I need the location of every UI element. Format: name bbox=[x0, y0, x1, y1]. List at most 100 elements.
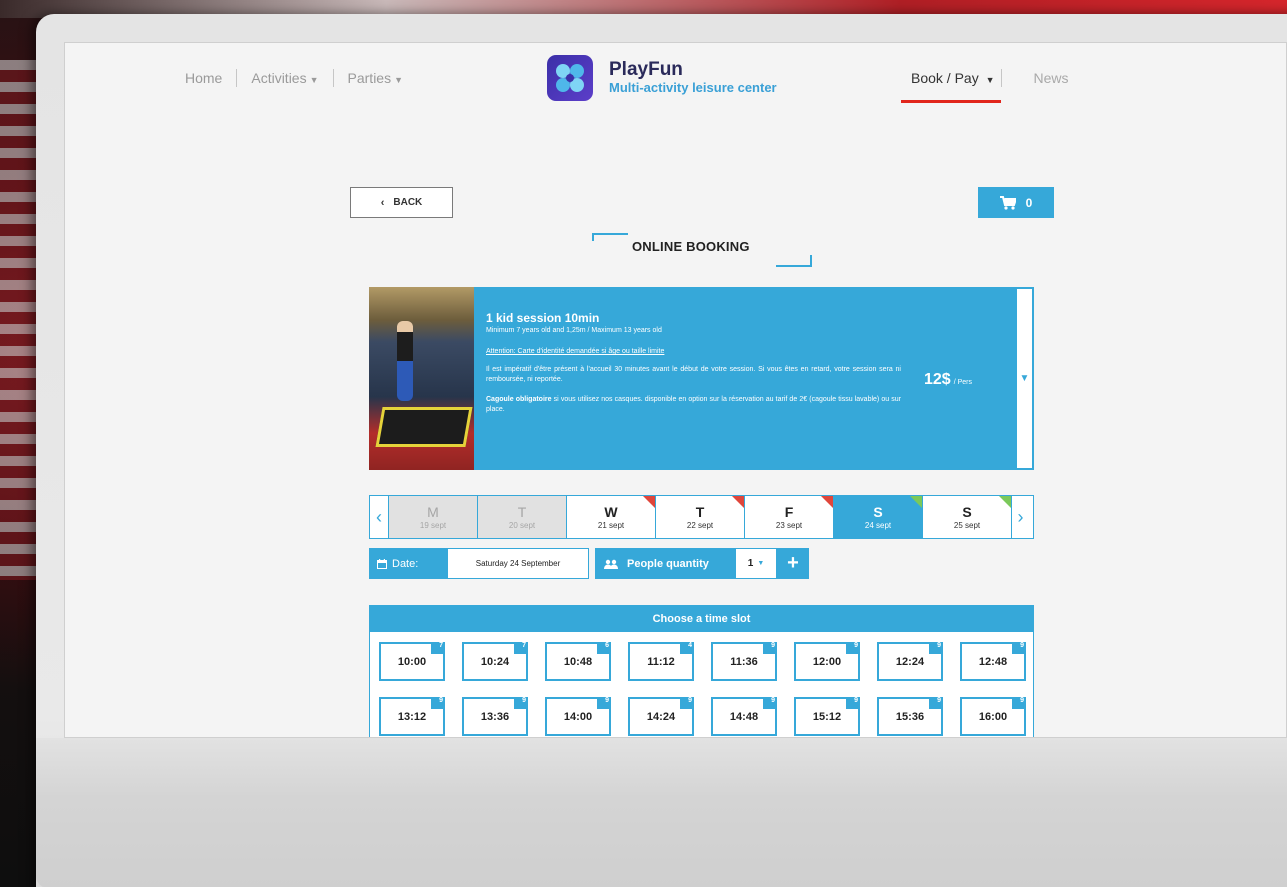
nav-news[interactable]: News bbox=[1034, 70, 1069, 86]
availability-badge: 9 bbox=[514, 697, 528, 709]
availability-badge: 9 bbox=[1012, 697, 1026, 709]
day-date: 21 sept bbox=[597, 520, 625, 530]
activity-attention-link[interactable]: Attention: Carte d'identité demandée si … bbox=[486, 348, 1001, 355]
timeslot-time: 12:48 bbox=[978, 655, 1008, 668]
timeslot-button[interactable]: 12:48 9 bbox=[960, 642, 1026, 681]
day-option[interactable]: S 24 sept bbox=[833, 496, 922, 538]
day-list: M 19 sept T 20 sept W 21 sept T 22 sept F 23 sept… bbox=[388, 496, 1011, 538]
availability-badge: 9 bbox=[680, 697, 694, 709]
timeslot-time: 10:48 bbox=[563, 655, 593, 668]
timeslot-heading: Choose a time slot bbox=[370, 606, 1033, 632]
day-date: 22 sept bbox=[686, 520, 714, 530]
nav-book-pay-label: Book / Pay bbox=[911, 70, 979, 86]
caret-down-icon: ▼ bbox=[985, 75, 995, 85]
day-letter: F bbox=[784, 503, 794, 520]
title-corner-decoration bbox=[592, 233, 628, 241]
timeslot-button[interactable]: 10:48 6 bbox=[545, 642, 611, 681]
timeslot-button[interactable]: 12:24 9 bbox=[877, 642, 943, 681]
people-quantity-select[interactable]: 1 ▼ bbox=[735, 548, 777, 579]
timeslot-button[interactable]: 10:00 7 bbox=[379, 642, 445, 681]
timeslot-time: 10:00 bbox=[397, 655, 427, 668]
back-button-label: BACK bbox=[393, 197, 423, 208]
back-button[interactable]: ‹ BACK bbox=[350, 187, 453, 218]
availability-badge: 9 bbox=[929, 697, 943, 709]
secondary-nav: Book / Pay ▼ News bbox=[901, 69, 1069, 103]
day-option: M 19 sept bbox=[388, 496, 477, 538]
brand-logo[interactable]: PlayFun Multi-activity leisure center bbox=[547, 55, 777, 101]
day-letter: M bbox=[427, 503, 439, 520]
people-icon bbox=[604, 559, 618, 569]
day-date: 23 sept bbox=[775, 520, 803, 530]
main-nav: Home Activities ▼ Parties ▼ bbox=[185, 69, 403, 87]
date-label: Date: bbox=[369, 548, 447, 579]
expand-caret-icon[interactable]: ▼ bbox=[1015, 287, 1034, 470]
trampoline-shape bbox=[375, 407, 473, 447]
availability-badge: 9 bbox=[763, 697, 777, 709]
day-date: 19 sept bbox=[419, 520, 447, 530]
date-value-input[interactable]: Saturday 24 September bbox=[447, 548, 589, 579]
timeslot-button[interactable]: 12:00 9 bbox=[794, 642, 860, 681]
timeslot-button[interactable]: 11:12 4 bbox=[628, 642, 694, 681]
availability-badge: 7 bbox=[514, 642, 528, 654]
add-person-button[interactable]: + bbox=[777, 548, 809, 579]
timeslot-button[interactable]: 13:36 9 bbox=[462, 697, 528, 736]
brand-tagline: Multi-activity leisure center bbox=[609, 80, 777, 95]
nav-divider bbox=[236, 69, 238, 87]
availability-badge: 9 bbox=[929, 642, 943, 654]
day-letter: T bbox=[695, 503, 705, 520]
price-value: 12$ bbox=[924, 371, 951, 388]
timeslot-button[interactable]: 14:48 9 bbox=[711, 697, 777, 736]
nav-divider bbox=[332, 69, 334, 87]
timeslot-button[interactable]: 15:12 9 bbox=[794, 697, 860, 736]
timeslot-button[interactable]: 15:36 9 bbox=[877, 697, 943, 736]
day-option[interactable]: W 21 sept bbox=[566, 496, 655, 538]
chevron-down-icon: ▼ bbox=[757, 560, 765, 567]
day-option[interactable]: F 23 sept bbox=[744, 496, 833, 538]
chevron-left-icon[interactable]: ‹ bbox=[370, 496, 388, 538]
nav-activities[interactable]: Activities ▼ bbox=[251, 70, 318, 86]
activity-card[interactable]: 1 kid session 10min Minimum 7 years old … bbox=[369, 287, 1034, 470]
timeslot-time: 13:12 bbox=[397, 710, 427, 723]
day-letter: W bbox=[604, 503, 618, 520]
timeslot-button[interactable]: 13:12 9 bbox=[379, 697, 445, 736]
nav-parties-label: Parties bbox=[347, 70, 392, 86]
browser-screen: Home Activities ▼ Parties ▼ PlayFun Multi-… bbox=[64, 42, 1287, 738]
timeslot-button[interactable]: 10:24 7 bbox=[462, 642, 528, 681]
cart-button[interactable]: 0 bbox=[978, 187, 1054, 218]
day-selector: ‹ M 19 sept T 20 sept W 21 sept T 22 sept F 23 se… bbox=[369, 495, 1034, 539]
timeslot-button[interactable]: 11:36 9 bbox=[711, 642, 777, 681]
day-letter: S bbox=[873, 503, 883, 520]
chevron-right-icon[interactable]: › bbox=[1011, 496, 1029, 538]
availability-badge: 9 bbox=[431, 697, 445, 709]
day-option[interactable]: S 25 sept bbox=[922, 496, 1011, 538]
nav-book-pay[interactable]: Book / Pay ▼ bbox=[901, 70, 1001, 103]
timeslot-button[interactable]: 14:00 9 bbox=[545, 697, 611, 736]
availability-badge: 6 bbox=[597, 642, 611, 654]
nav-home[interactable]: Home bbox=[185, 70, 222, 86]
timeslot-time: 12:00 bbox=[812, 655, 842, 668]
date-field: Date: Saturday 24 September bbox=[369, 548, 589, 579]
timeslot-time: 12:24 bbox=[895, 655, 925, 668]
timeslot-button[interactable]: 14:24 9 bbox=[628, 697, 694, 736]
people-quantity-label: People quantity bbox=[595, 548, 735, 579]
timeslot-time: 13:36 bbox=[480, 710, 510, 723]
day-date: 25 sept bbox=[953, 520, 981, 530]
calendar-icon bbox=[377, 558, 387, 569]
activity-price: 12$ / Pers bbox=[924, 371, 972, 389]
timeslot-time: 16:00 bbox=[978, 710, 1008, 723]
timeslot-time: 14:00 bbox=[563, 710, 593, 723]
timeslot-grid: 10:00 7 10:24 7 10:48 6 11:12 4 11:36 9 12:00 9 12:2… bbox=[370, 632, 1033, 736]
availability-flag-icon bbox=[643, 496, 655, 508]
day-letter: S bbox=[962, 503, 972, 520]
people-quantity-control: People quantity 1 ▼ + bbox=[595, 548, 809, 579]
page-title: ONLINE BOOKING bbox=[632, 239, 750, 254]
timeslot-time: 14:24 bbox=[646, 710, 676, 723]
caret-down-icon: ▼ bbox=[309, 75, 319, 85]
availability-flag-icon bbox=[999, 496, 1011, 508]
chevron-left-icon: ‹ bbox=[380, 196, 385, 209]
day-option[interactable]: T 22 sept bbox=[655, 496, 744, 538]
timeslot-time: 11:12 bbox=[647, 655, 675, 668]
timeslot-button[interactable]: 16:00 9 bbox=[960, 697, 1026, 736]
caret-down-icon: ▼ bbox=[394, 75, 404, 85]
nav-parties[interactable]: Parties ▼ bbox=[348, 70, 404, 86]
